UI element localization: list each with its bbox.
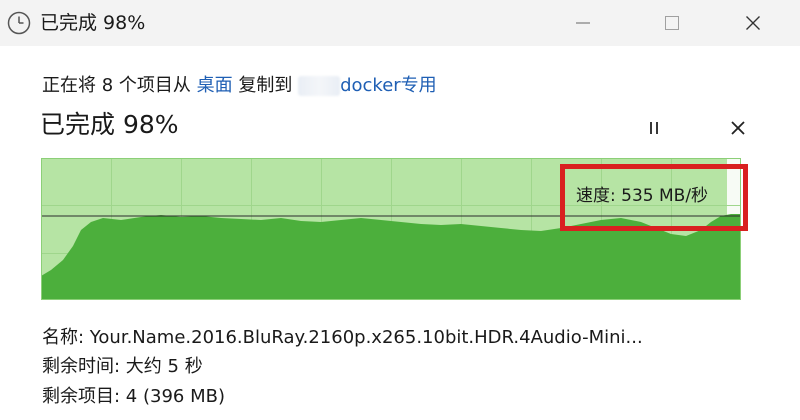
file-name-label: 名称: (42, 327, 90, 348)
pause-button[interactable] (638, 112, 670, 144)
maximize-button[interactable] (644, 0, 700, 46)
minimize-button[interactable] (555, 0, 611, 46)
items-remaining-label: 剩余项目: (42, 386, 126, 407)
minimize-icon (576, 22, 590, 24)
items-remaining-row: 剩余项目: 4 (396 MB) (42, 384, 225, 410)
cancel-icon (731, 121, 745, 135)
copy-progress-window: 已完成 98% 正在将 8 个项目从 桌面 复制到 docker专用 已完成 9… (0, 0, 800, 420)
items-remaining-value: 4 (396 MB) (125, 386, 225, 407)
copy-prefix: 正在将 8 个项目从 (42, 75, 197, 96)
progress-heading: 已完成 98% (40, 110, 179, 139)
copy-middle: 复制到 (232, 75, 299, 96)
maximize-icon (665, 16, 679, 30)
window-title: 已完成 98% (40, 12, 146, 34)
close-window-button[interactable] (725, 0, 781, 46)
destination-link[interactable]: docker专用 (340, 75, 437, 96)
file-name-value: Your.Name.2016.BluRay.2160p.x265.10bit.H… (89, 327, 643, 348)
copy-description: 正在将 8 个项目从 桌面 复制到 docker专用 (42, 73, 437, 99)
cancel-copy-button[interactable] (722, 112, 754, 144)
file-name-row: 名称: Your.Name.2016.BluRay.2160p.x265.10b… (42, 325, 643, 351)
clock-icon (6, 10, 32, 36)
time-remaining-label: 剩余时间: (42, 356, 126, 377)
speed-highlight-box (560, 164, 748, 231)
time-remaining-row: 剩余时间: 大约 5 秒 (42, 354, 203, 380)
close-icon (746, 16, 760, 30)
time-remaining-value: 大约 5 秒 (125, 356, 203, 377)
title-bar[interactable]: 已完成 98% (0, 0, 800, 46)
source-link[interactable]: 桌面 (197, 75, 233, 96)
redacted-destination-path (298, 76, 341, 96)
pause-icon (650, 122, 658, 134)
